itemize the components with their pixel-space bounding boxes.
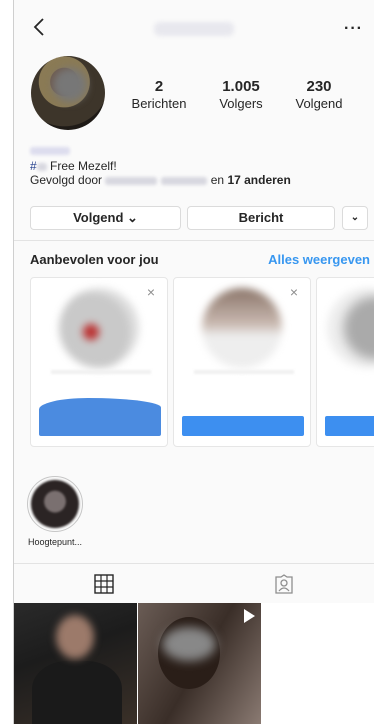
- message-button[interactable]: Bericht: [187, 206, 335, 230]
- tagged-icon: [275, 574, 293, 594]
- message-button-label: Bericht: [238, 210, 284, 225]
- close-icon[interactable]: ×: [147, 284, 155, 300]
- profile-tabs: [14, 563, 374, 604]
- suggestion-card[interactable]: ×: [30, 277, 168, 447]
- followed-by-prefix: Gevolgd door: [30, 173, 103, 187]
- followed-by-line[interactable]: Gevolgd door en 17 anderen: [30, 173, 291, 187]
- suggestion-avatar[interactable]: [202, 288, 282, 368]
- avatar-blur: [53, 68, 87, 102]
- followed-by-suffix: en: [210, 173, 225, 187]
- stat-followers-label: Volgers: [219, 96, 263, 111]
- video-play-icon: [244, 609, 255, 623]
- chevron-down-icon: ⌄: [127, 210, 138, 225]
- bio-text: Free Mezelf!: [50, 159, 117, 173]
- highlight-cover: [31, 480, 79, 528]
- stat-posts-label: Berichten: [131, 96, 187, 111]
- following-button-label: Volgend: [73, 210, 124, 225]
- highlight-item[interactable]: Hoogtepunt...: [24, 476, 86, 547]
- post-thumbnail[interactable]: [138, 603, 261, 724]
- suggestion-card[interactable]: ×: [173, 277, 311, 447]
- suggestion-follow-button[interactable]: [39, 398, 161, 436]
- post-image-face: [56, 615, 94, 659]
- tab-posts-grid[interactable]: [14, 564, 194, 604]
- posts-grid: [14, 603, 374, 724]
- suggestion-follow-button[interactable]: [182, 416, 304, 436]
- display-name: [30, 147, 70, 155]
- suggestions-title: Aanbevolen voor jou: [30, 252, 159, 267]
- chevron-down-icon: ⌄: [350, 212, 360, 223]
- highlight-ring: [27, 476, 83, 532]
- chevron-left-icon[interactable]: [30, 16, 50, 38]
- tab-tagged[interactable]: [194, 564, 374, 604]
- stat-followers-value: 1.005: [222, 78, 260, 95]
- post-image-blur: [162, 627, 216, 661]
- stat-following-value: 230: [306, 78, 332, 95]
- more-options-button[interactable]: ···: [344, 20, 363, 38]
- profile-bio: # Free Mezelf! Gevolgd door en 17 andere…: [30, 147, 291, 187]
- username-title: [154, 22, 234, 36]
- highlight-label: Hoogtepunt...: [27, 537, 83, 547]
- divider: [14, 240, 374, 241]
- top-bar: ···: [14, 0, 374, 52]
- post-image-body: [32, 661, 122, 724]
- see-all-link[interactable]: Alles weergeven: [268, 252, 370, 267]
- suggestion-name: [194, 370, 294, 374]
- stat-following[interactable]: 230 Volgend: [284, 78, 354, 111]
- stat-following-label: Volgend: [295, 96, 343, 111]
- suggestions-toggle-button[interactable]: ⌄: [342, 206, 368, 230]
- suggestion-follow-button[interactable]: [325, 416, 374, 436]
- profile-stats: 2 Berichten 1.005 Volgers 230 Volgend: [124, 78, 364, 118]
- suggestion-name: [51, 370, 151, 374]
- following-button[interactable]: Volgend ⌄: [30, 206, 181, 230]
- suggestion-avatar[interactable]: [59, 288, 139, 368]
- followed-by-count: 17 anderen: [227, 173, 291, 187]
- bio-hashtag[interactable]: #: [30, 159, 37, 173]
- grid-icon: [94, 574, 114, 594]
- post-thumbnail[interactable]: [14, 603, 137, 724]
- stat-posts-value: 2: [154, 78, 164, 95]
- profile-screen: ··· 2 Berichten 1.005 Volgers 230 Volgen…: [13, 0, 374, 724]
- suggestion-card[interactable]: [316, 277, 374, 447]
- profile-avatar[interactable]: [31, 56, 105, 130]
- stat-followers[interactable]: 1.005 Volgers: [206, 78, 276, 111]
- close-icon[interactable]: ×: [290, 284, 298, 300]
- bio-line: # Free Mezelf!: [30, 159, 291, 173]
- stat-posts[interactable]: 2 Berichten: [124, 78, 194, 111]
- suggestion-avatar[interactable]: [327, 288, 374, 368]
